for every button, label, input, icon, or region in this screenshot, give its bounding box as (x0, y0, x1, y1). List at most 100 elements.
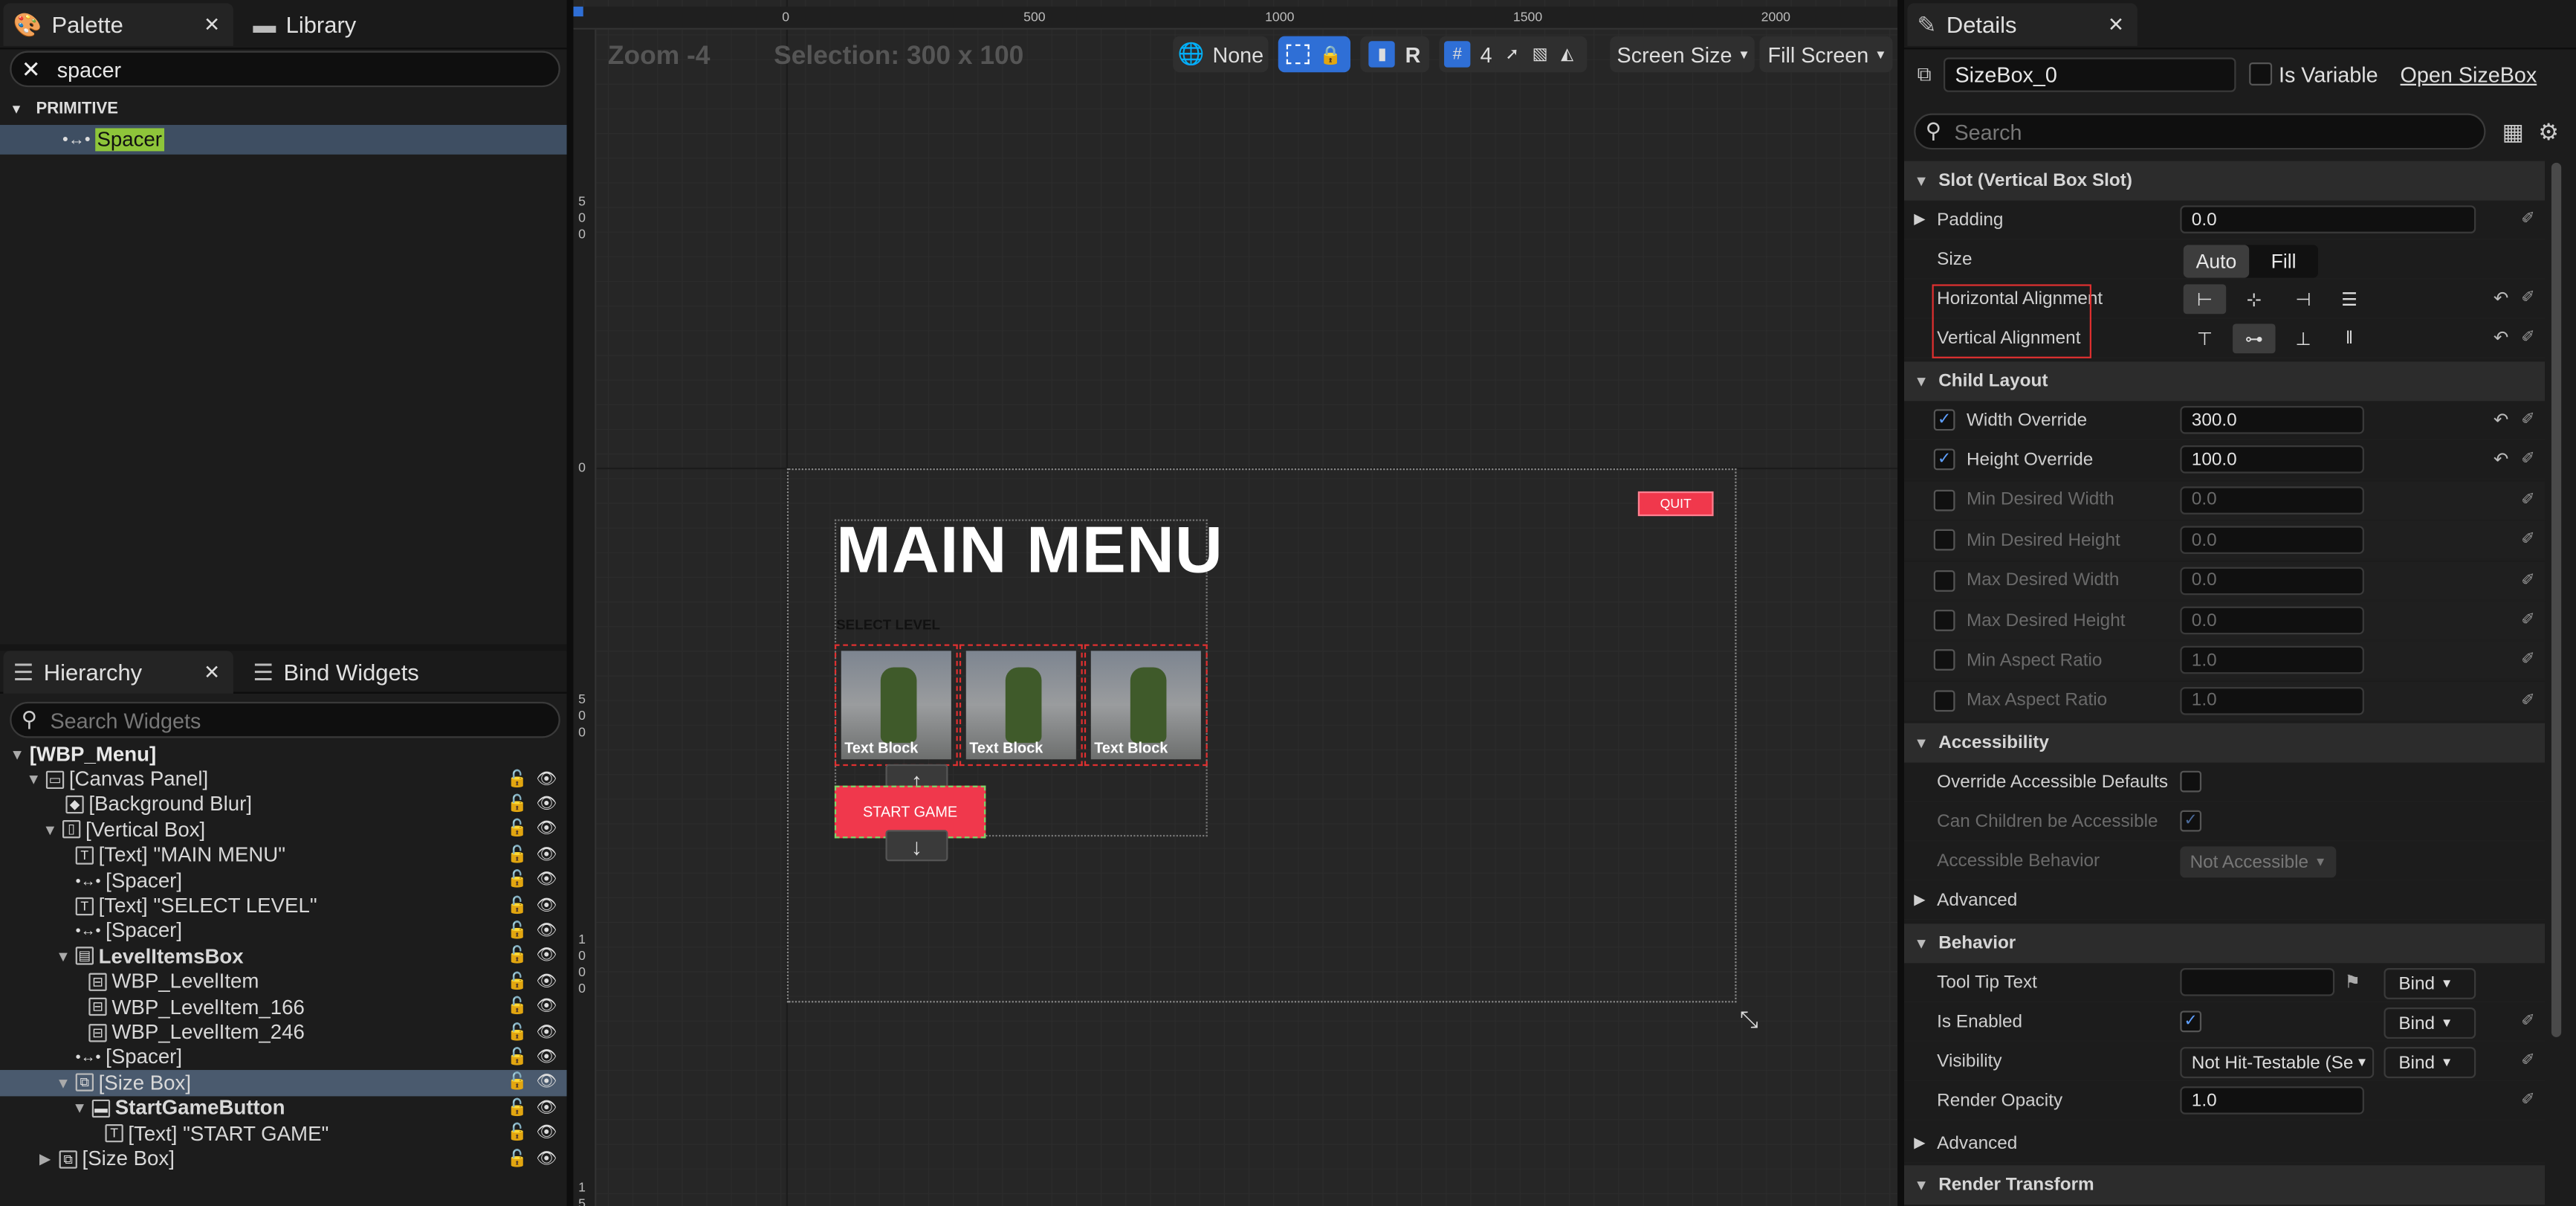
padding-input[interactable]: 0.0 (2180, 205, 2476, 233)
tree-row-levelitem[interactable]: ⊟ WBP_LevelItem_246 🔓 👁 (0, 1019, 567, 1045)
tab-bind-widgets[interactable]: ☰ Bind Widgets (243, 651, 473, 693)
pin-icon[interactable]: ✐ (2521, 691, 2535, 709)
designer-viewport[interactable]: 0 500 1000 1500 2000 5 0 0 0 5 0 0 1 0 0… (573, 0, 1898, 1206)
palette-item-spacer[interactable]: •↔• Spacer (0, 124, 567, 155)
tree-row-root[interactable]: ▼ [WBP_Menu] (0, 741, 567, 767)
size-toggle[interactable]: Auto Fill (2183, 245, 2319, 278)
child-layout-input[interactable]: 0.0 (2180, 486, 2364, 515)
category-slot[interactable]: ▼ Slot (Vertical Box Slot) (1903, 161, 2546, 201)
eye-icon[interactable]: 👁 (536, 770, 557, 788)
override-checkbox[interactable]: ✓ (1933, 409, 1955, 431)
table-view-icon[interactable]: ▦ (2502, 118, 2524, 146)
eye-icon[interactable]: 👁 (536, 1048, 557, 1066)
respect-locks-toggle[interactable]: ▮ R (1360, 36, 1430, 73)
lock-icon[interactable]: 🔓 (507, 770, 528, 788)
eye-icon[interactable]: 👁 (536, 1074, 557, 1091)
tree-row-spacer[interactable]: •↔• [Spacer] 🔓 👁 (0, 1045, 567, 1070)
tab-hierarchy[interactable]: ☰ Hierarchy ✕ (3, 651, 233, 694)
pin-icon[interactable]: ✐ (2521, 611, 2535, 629)
tree-row-vertical-box[interactable]: ▼ ▯ [Vertical Box] 🔓 👁 (0, 817, 567, 842)
lock-icon[interactable]: 🔓 (507, 1074, 528, 1091)
eye-icon[interactable]: 👁 (536, 1023, 557, 1041)
right-splitter[interactable] (1897, 0, 1904, 1206)
expand-icon[interactable]: ▶ (1914, 210, 1925, 228)
collapse-icon[interactable]: ▼ (26, 771, 41, 787)
eye-icon[interactable]: 👁 (536, 821, 557, 839)
details-search-input[interactable]: Search (1954, 119, 2022, 144)
screen-size-dropdown[interactable]: Screen Size ▾ (1610, 36, 1755, 73)
pin-icon[interactable]: ✐ (2521, 531, 2535, 549)
can-children-checkbox[interactable]: ✓ (2180, 810, 2202, 832)
lock-icon[interactable]: 🔓 (507, 897, 528, 915)
pin-icon[interactable]: ✐ (2521, 210, 2535, 228)
collapse-icon[interactable]: ▼ (72, 1100, 87, 1116)
align-top-icon[interactable]: ⊤ (2184, 323, 2226, 353)
child-layout-input[interactable]: 1.0 (2180, 686, 2364, 715)
override-checkbox[interactable] (1933, 570, 1955, 591)
open-sizebox-link[interactable]: Open SizeBox (2401, 62, 2537, 87)
details-search[interactable]: ⚲ Search (1914, 113, 2486, 150)
size-auto-button[interactable]: Auto (2183, 245, 2250, 278)
level-item[interactable]: Text Block (834, 644, 958, 767)
reset-icon[interactable]: ↶ (2494, 327, 2508, 349)
align-vfill-icon[interactable]: ‖ (2328, 323, 2370, 353)
tree-row-levelitem[interactable]: ⊟ WBP_LevelItem_166 🔓 👁 (0, 994, 567, 1019)
override-checkbox[interactable]: ✓ (1933, 449, 1955, 471)
tree-row-background-blur[interactable]: ◆ [Background Blur] 🔓 👁 (0, 792, 567, 817)
tree-row-canvas-panel[interactable]: ▼ ▭ [Canvas Panel] 🔓 👁 (0, 767, 567, 792)
bind-button[interactable]: Bind ▾ (2384, 1007, 2476, 1039)
align-left-icon[interactable]: ⊢ (2183, 284, 2227, 315)
fill-screen-dropdown[interactable]: Fill Screen ▾ (1759, 36, 1893, 73)
quit-button[interactable]: QUIT (1637, 491, 1714, 517)
tree-row-size-box[interactable]: ▶ ⧉ [Size Box] 🔓 👁 (0, 1147, 567, 1172)
child-layout-input[interactable]: 0.0 (2180, 526, 2364, 555)
is-enabled-checkbox[interactable]: ✓ (2180, 1010, 2202, 1033)
lock-icon[interactable]: 🔓 (507, 1099, 528, 1117)
palette-category-primitive[interactable]: ▼ PRIMITIVE (0, 95, 567, 121)
lock-icon[interactable]: 🔓 (507, 1149, 528, 1167)
level-item[interactable]: Text Block (1084, 644, 1208, 767)
advanced-row[interactable]: ▶ Advanced (1903, 881, 2546, 920)
pin-icon[interactable]: ✐ (2521, 1052, 2535, 1070)
align-right-icon[interactable]: ⊣ (2282, 284, 2324, 314)
expand-icon[interactable]: ▶ (39, 1149, 51, 1167)
collapse-icon[interactable]: ▼ (42, 822, 57, 838)
dashed-outline-toggle[interactable]: 🔒 (1278, 36, 1351, 73)
tab-details[interactable]: ✎ Details ✕ (1907, 3, 2138, 46)
accessible-behavior-dropdown[interactable]: Not Accessible ▾ (2180, 846, 2337, 878)
image-icon[interactable]: ▧ (1533, 45, 1548, 63)
override-checkbox[interactable] (1933, 610, 1955, 631)
flag-icon[interactable]: ⚑ (2344, 971, 2360, 993)
grid-value[interactable]: 4 (1480, 42, 1492, 66)
pin-icon[interactable]: ✐ (2521, 571, 2535, 589)
widget-name-field[interactable]: SizeBox_0 (1944, 57, 2236, 92)
tree-row-start-game-button[interactable]: ▼ ▬ StartGameButton 🔓 👁 (0, 1096, 567, 1121)
child-layout-input[interactable]: 300.0 (2180, 405, 2364, 434)
lock-icon[interactable]: 🔓 (507, 796, 528, 813)
child-layout-input[interactable]: 0.0 (2180, 606, 2364, 635)
tooltip-input[interactable] (2180, 967, 2335, 996)
eye-icon[interactable]: 👁 (536, 998, 557, 1016)
settings-icon[interactable]: ⚙ (2538, 118, 2559, 146)
eye-icon[interactable]: 👁 (536, 922, 557, 940)
pin-icon[interactable]: ✐ (2521, 451, 2535, 469)
is-variable-checkbox[interactable] (2249, 62, 2273, 86)
override-checkbox[interactable] (1933, 529, 1955, 551)
move-down-button[interactable]: ↓ (885, 830, 948, 862)
pin-icon[interactable]: ✐ (2521, 329, 2535, 346)
tree-row-size-box[interactable]: ▼ ⧉ [Size Box] 🔓 👁 (0, 1070, 567, 1096)
override-checkbox[interactable] (1933, 489, 1955, 512)
lock-icon[interactable]: 🔓 (507, 1023, 528, 1041)
lock-icon[interactable]: 🔓 (507, 846, 528, 864)
tree-row-spacer[interactable]: •↔• [Spacer] 🔓 👁 (0, 918, 567, 944)
resize-handle-icon[interactable]: ⤡ (1740, 1006, 1758, 1034)
override-accessible-checkbox[interactable] (2180, 770, 2202, 793)
reset-icon[interactable]: ↶ (2494, 409, 2508, 431)
localization-button[interactable]: 🌐 None (1173, 36, 1269, 73)
bind-button[interactable]: Bind ▾ (2384, 1047, 2476, 1079)
category-render-transform[interactable]: ▼ Render Transform (1903, 1165, 2546, 1205)
size-fill-button[interactable]: Fill (2249, 245, 2318, 277)
child-layout-input[interactable]: 0.0 (2180, 566, 2364, 595)
reset-icon[interactable]: ↶ (2494, 449, 2508, 471)
lock-icon[interactable]: 🔓 (507, 871, 528, 889)
